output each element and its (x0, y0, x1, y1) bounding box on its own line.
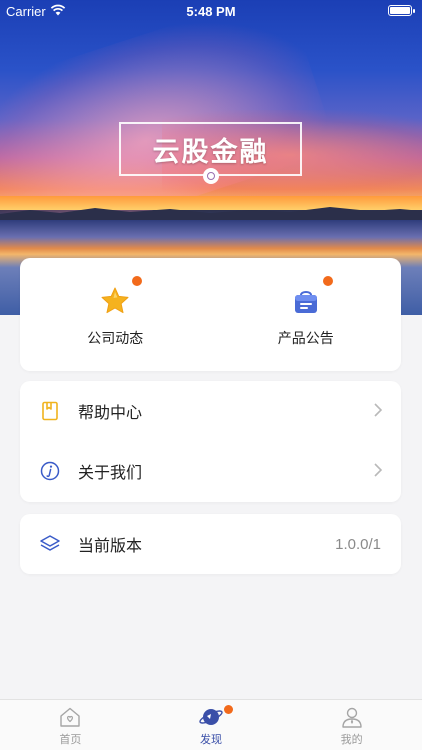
menu-item-label: 帮助中心 (78, 405, 143, 422)
quick-link-company-news[interactable]: 公司动态 (20, 258, 211, 371)
user-icon (340, 706, 364, 728)
status-time: 5:48 PM (186, 4, 236, 19)
menu-item-about-us[interactable]: 关于我们 (20, 441, 401, 501)
version-row: 当前版本 1.0.0/1 (20, 514, 401, 574)
planet-icon (199, 705, 233, 728)
battery-icon (388, 5, 415, 16)
notification-badge (322, 276, 333, 286)
status-bar: Carrier 5:48 PM (0, 0, 422, 22)
notice-bag-icon (291, 276, 333, 316)
version-label: 当前版本 (78, 538, 143, 555)
quick-link-label: 产品公告 (277, 330, 334, 346)
menu-item-help-center[interactable]: 帮助中心 (20, 381, 401, 441)
tab-label: 发现 (200, 734, 222, 746)
layers-icon (40, 534, 60, 554)
notification-badge (132, 276, 143, 286)
help-book-icon (40, 401, 60, 421)
home-icon (58, 706, 82, 728)
quick-link-product-notice[interactable]: 产品公告 (211, 258, 402, 371)
tab-label: 我的 (340, 734, 363, 746)
quick-link-label: 公司动态 (87, 330, 144, 346)
tab-home[interactable]: 首页 (0, 700, 141, 750)
notification-badge (224, 705, 233, 714)
brand-logo-dot (203, 168, 219, 184)
quick-links-card: 公司动态 产品公告 (20, 258, 401, 371)
menu-card: 帮助中心 关于我们 (20, 381, 401, 502)
star-icon (100, 276, 143, 316)
info-icon (40, 461, 60, 481)
brand-title: 云股金融 (152, 136, 269, 168)
version-value: 1.0.0/1 (335, 535, 381, 553)
chevron-right-icon (374, 463, 383, 477)
menu-item-label: 关于我们 (78, 465, 143, 482)
tab-bar: 首页 发现 我的 (0, 699, 422, 750)
tab-label: 首页 (59, 734, 82, 746)
tab-discover[interactable]: 发现 (141, 700, 282, 750)
chevron-right-icon (374, 403, 383, 417)
tab-mine[interactable]: 我的 (281, 700, 422, 750)
